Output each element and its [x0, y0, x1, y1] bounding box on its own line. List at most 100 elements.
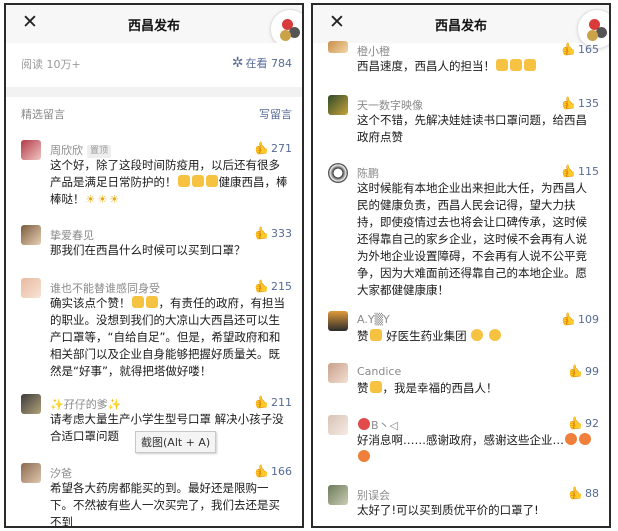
zaikan-label: 在看 784	[245, 57, 293, 70]
like-button[interactable]: 👍 333	[254, 226, 292, 240]
thumb-up-icon: 👍	[561, 96, 576, 110]
section-divider	[6, 87, 302, 97]
avatar[interactable]	[21, 278, 41, 298]
like-count: 88	[585, 487, 599, 500]
comment-nickname: ✨孖仔的爹✨	[50, 398, 122, 411]
comment-nickname: 挚爱春见	[50, 229, 94, 242]
like-count: 166	[271, 465, 292, 478]
avatar[interactable]	[21, 463, 41, 483]
like-button[interactable]: 👍 271	[254, 141, 292, 155]
like-button[interactable]: 👍 115	[561, 164, 599, 178]
comment-nickname: 别误会	[357, 489, 390, 502]
like-button[interactable]: 👍 135	[561, 96, 599, 110]
comment-nickname: 天一数字映像	[357, 99, 423, 112]
crying-emoji-icon	[565, 433, 577, 445]
right-phone-screen: ✕ 西昌发布 橙小橙 👍 165 西昌速度，西昌人的担当！ 天一数字映像 👍 135…	[311, 3, 611, 528]
comment-text: 西昌速度，西昌人的担当！	[357, 58, 597, 75]
thumb-up-icon: 👍	[254, 279, 269, 293]
like-button[interactable]: 👍 88	[568, 486, 599, 500]
avatar[interactable]	[328, 163, 348, 183]
avatar[interactable]	[328, 415, 348, 435]
like-count: 271	[271, 142, 292, 155]
comment-nickname: Candice	[357, 365, 402, 378]
section-title: 精选留言	[21, 108, 65, 121]
avatar[interactable]	[328, 41, 348, 53]
avatar[interactable]	[21, 394, 41, 414]
comment-nickname: 陈鹏	[357, 167, 379, 180]
thumb-up-icon: 👍	[561, 42, 576, 56]
thumb-up-icon: 👍	[561, 164, 576, 178]
thumb-up-icon: 👍	[254, 226, 269, 240]
like-button[interactable]: 👍 92	[568, 416, 599, 430]
thumb-up-icon: 👍	[568, 416, 583, 430]
thumb-emoji-icon	[131, 296, 144, 308]
like-count: 99	[585, 365, 599, 378]
comment-text: 好消息啊……感谢政府，感谢这些企业…	[357, 432, 597, 466]
comment-nickname: 橙小橙	[357, 45, 390, 58]
thumb-emoji-icon	[177, 175, 190, 187]
thumb-emoji-icon	[369, 329, 382, 341]
screenshot-tooltip: 截图(Alt + A)	[135, 431, 217, 453]
zaikan-button[interactable]: ✲ 在看 784	[232, 55, 292, 71]
read-count: 阅读 10万+	[21, 58, 81, 71]
sun-emoji-icon: ☀	[109, 193, 120, 206]
avatar[interactable]	[328, 311, 348, 331]
like-button[interactable]: 👍 211	[254, 395, 292, 409]
comment-nickname: 谁也不能替谁感同身受	[50, 282, 160, 295]
comment-text: 那我们在西昌什么时候可以买到口罩？	[50, 243, 246, 257]
comment-text: 赞 好医生药业集团	[357, 328, 597, 345]
comment-nickname: 周欣欣 置顶	[50, 142, 112, 158]
avatar[interactable]	[328, 363, 348, 383]
comment-nickname: B丶◁	[357, 417, 398, 433]
person-emoji-icon	[488, 329, 501, 341]
comment-nickname: A.Y▒Y	[357, 313, 390, 326]
read-stats-bar: 阅读 10万+ ✲ 在看 784	[6, 43, 302, 87]
crying-emoji-icon	[579, 433, 591, 445]
avatar[interactable]	[21, 225, 41, 245]
like-count: 333	[271, 227, 292, 240]
like-count: 215	[271, 280, 292, 293]
avatar[interactable]	[328, 95, 348, 115]
thumb-up-icon: 👍	[254, 464, 269, 478]
thumb-emoji-icon	[496, 59, 508, 71]
like-count: 115	[578, 165, 599, 178]
like-count: 135	[578, 97, 599, 110]
thumb-emoji-icon	[191, 175, 204, 187]
like-count: 92	[585, 417, 599, 430]
comment-text: 太好了!可以买到质优平价的口罩了!	[357, 503, 539, 517]
like-count: 109	[578, 313, 599, 326]
thumb-up-icon: 👍	[254, 141, 269, 155]
like-button[interactable]: 👍 165	[561, 42, 599, 56]
avatar[interactable]	[328, 485, 348, 505]
thumb-emoji-icon	[205, 175, 218, 187]
like-count: 165	[578, 43, 599, 56]
page-title: 西昌发布	[434, 19, 487, 34]
like-button[interactable]: 👍 99	[568, 364, 599, 378]
comment-text: 赞，我是幸福的西昌人！	[357, 381, 498, 395]
thumb-up-icon: 👍	[568, 364, 583, 378]
top-bar: ✕ 西昌发布	[313, 5, 609, 49]
avatar[interactable]	[21, 140, 41, 160]
top-bar: ✕ 西昌发布	[6, 5, 302, 49]
person-emoji-icon	[471, 329, 484, 341]
comment-nickname: 汐爸	[50, 467, 72, 480]
like-count: 211	[271, 396, 292, 409]
comment-text: 这时候能有本地企业出来担此大任，为西昌人民的健康负责，西昌人民会记得，望大力扶持…	[357, 181, 587, 297]
sun-emoji-icon: ☀	[97, 193, 108, 206]
thumb-emoji-icon	[524, 59, 536, 71]
page-title: 西昌发布	[127, 19, 180, 34]
thumb-emoji-icon	[369, 381, 382, 393]
lips-emoji-icon	[358, 418, 370, 430]
crying-emoji-icon	[358, 450, 370, 462]
like-button[interactable]: 👍 215	[254, 279, 292, 293]
write-comment-link[interactable]: 写留言	[259, 106, 292, 122]
sun-emoji-icon: ☀	[85, 193, 96, 206]
thumb-up-icon: 👍	[561, 312, 576, 326]
comment-text: 确实该点个赞！ ，有责任的政府，有担当的职业。没想到我们的大凉山大西昌还可以生产口…	[50, 296, 285, 378]
thumb-up-icon: 👍	[254, 395, 269, 409]
like-button[interactable]: 👍 166	[254, 464, 292, 478]
comment-text: 这个不错，先解决娃娃读书口罩问题，给西昌政府点赞	[357, 113, 587, 144]
thumb-emoji-icon	[510, 59, 522, 71]
like-button[interactable]: 👍 109	[561, 312, 599, 326]
comment-text: 希望各大药房都能买的到。最好还是限购一下。不然被有些人一次买完了，我们去还是买不…	[50, 481, 280, 528]
